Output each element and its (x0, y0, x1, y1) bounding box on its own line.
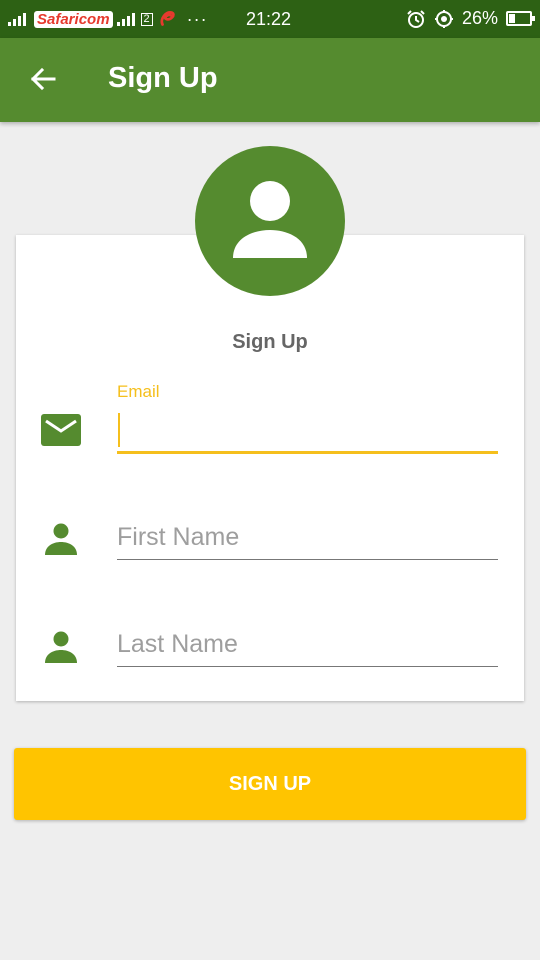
signup-button[interactable]: SIGN UP (14, 748, 526, 820)
email-label: Email (117, 382, 160, 401)
overflow-dots: ··· (186, 8, 208, 29)
status-left: Safaricom 2 ··· (8, 8, 208, 30)
location-icon (434, 9, 453, 28)
alarm-icon (407, 9, 425, 28)
last-name-input[interactable] (117, 623, 498, 667)
person-icon (45, 631, 77, 663)
status-bar: Safaricom 2 ··· 21:22 26% (0, 0, 540, 38)
back-arrow-icon[interactable] (26, 62, 60, 96)
email-input[interactable] (117, 410, 498, 454)
carrier-logo-icon (160, 10, 175, 26)
page-title: Sign Up (108, 62, 218, 94)
status-time: 21:22 (246, 9, 292, 29)
signal-icon-sim2 (116, 12, 135, 26)
form-title: Sign Up (232, 331, 308, 353)
text-cursor (118, 413, 120, 447)
app-bar: Sign Up (0, 38, 540, 122)
battery-icon (506, 11, 535, 26)
signal-icon (8, 12, 26, 26)
battery-percent: 26% (461, 8, 498, 28)
avatar (195, 146, 345, 296)
status-right: 26% (406, 8, 535, 29)
carrier-name: Safaricom (34, 10, 113, 28)
person-icon (45, 523, 77, 555)
email-icon (41, 414, 81, 446)
first-name-input[interactable] (117, 516, 498, 560)
person-icon (233, 181, 307, 258)
sim-slot-badge: 2 (140, 12, 153, 26)
